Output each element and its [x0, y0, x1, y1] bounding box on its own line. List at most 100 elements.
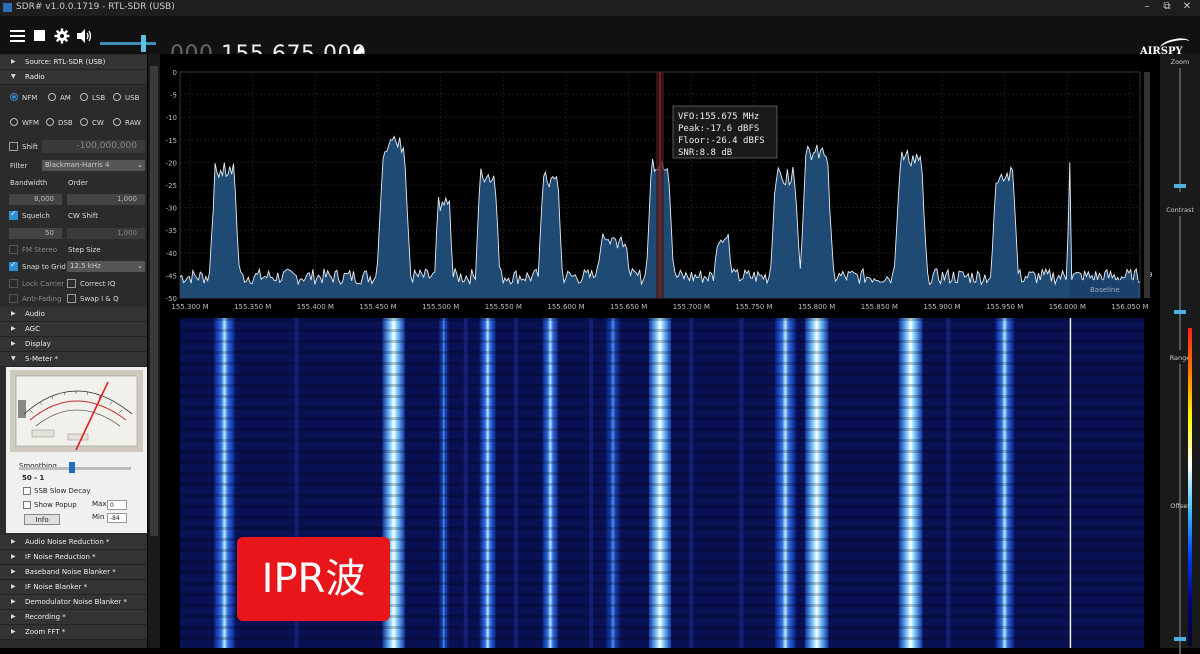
squelch-input[interactable]: 50	[9, 228, 62, 239]
waterfall-stripe	[160, 516, 1160, 519]
plugin-section-header[interactable]: ▶ Baseband Noise Blanker *	[0, 565, 147, 580]
mode-radio-raw[interactable]	[113, 118, 121, 126]
ssb-slow-decay-checkbox[interactable]	[23, 487, 31, 495]
stepsize-value: 12.5 kHz	[70, 262, 101, 270]
restore-button[interactable]: ⧉	[1160, 1, 1174, 12]
caption-overlay: IPR波	[237, 537, 390, 621]
spectrum-scrollbar[interactable]	[1144, 72, 1150, 298]
squelch-checkbox[interactable]	[9, 209, 18, 220]
stop-icon[interactable]	[34, 30, 45, 41]
spectrum-analyzer[interactable]: 0 -5 -10 -15 -20 -25 -30 -35 -40 -45 -50 155.300 M 1…	[160, 54, 1160, 316]
waterfall-stripe	[160, 373, 1160, 376]
order-input[interactable]: 1,000	[67, 194, 145, 205]
mode-radio-wfm[interactable]	[10, 118, 18, 126]
gear-icon[interactable]	[54, 28, 70, 48]
mode-label-am: AM	[60, 94, 71, 102]
expand-arrow-icon: ▶	[11, 340, 16, 347]
expand-arrow-icon: ▶	[11, 568, 16, 575]
baseline-label: Baseline	[1090, 286, 1120, 294]
sidebar-scroll-thumb[interactable]	[150, 66, 158, 536]
volume-slider-track[interactable]	[100, 42, 156, 45]
smoothing-slider-thumb[interactable]	[69, 462, 75, 473]
mode-label-wfm: WFM	[22, 119, 39, 127]
info-button[interactable]: Info	[24, 514, 60, 525]
sidebar-scrollbar[interactable]	[148, 54, 160, 648]
mode-radio-usb[interactable]	[113, 93, 121, 101]
contrast-slider-track[interactable]	[1179, 216, 1181, 350]
waterfall-stripe	[160, 417, 1160, 420]
plugin-label: IF Noise Reduction *	[25, 553, 96, 561]
weak-signal-trace	[589, 318, 594, 648]
mode-radio-cw[interactable]	[80, 118, 88, 126]
y-tick-label: -45	[166, 272, 177, 280]
y-tick-label: -25	[166, 182, 177, 190]
minimize-button[interactable]: –	[1140, 1, 1154, 12]
expand-arrow-icon: ▶	[11, 325, 16, 332]
shift-checkbox[interactable]	[9, 142, 18, 151]
waterfall-stripe	[160, 626, 1160, 629]
expand-arrow-icon: ▶	[11, 538, 16, 545]
filter-select[interactable]: Blackman-Harris 4 ⌄	[42, 160, 145, 171]
shift-label: Shift	[22, 143, 38, 151]
waterfall-stripe	[160, 384, 1160, 387]
tooltip-line: Peak:-17.6 dBFS	[678, 124, 759, 134]
plugin-section-header[interactable]: ▶ Demodulator Noise Blanker *	[0, 595, 147, 610]
range-label: Range	[1169, 354, 1191, 362]
smeter-section-header[interactable]: ▼ S-Meter *	[0, 352, 147, 367]
display-label: Display	[25, 340, 51, 348]
expand-arrow-icon: ▶	[11, 628, 16, 635]
bandwidth-input[interactable]: 8,000	[9, 194, 62, 205]
close-button[interactable]: ✕	[1180, 1, 1194, 12]
cwshift-input[interactable]: 1,000	[67, 228, 145, 239]
plugin-section-header[interactable]: ▶ Audio Noise Reduction *	[0, 535, 147, 550]
plugin-section-header[interactable]: ▶ Zoom FFT *	[0, 625, 147, 640]
swapiq-checkbox[interactable]	[67, 294, 76, 303]
mode-radio-nfm[interactable]	[10, 93, 18, 101]
lockcarrier-checkbox[interactable]	[9, 279, 18, 288]
x-tick-label: 155.650 M	[610, 303, 647, 311]
contrast-slider-thumb[interactable]	[1174, 310, 1186, 314]
volume-slider-thumb[interactable]	[141, 35, 146, 52]
radio-section-header[interactable]: ▼ Radio	[0, 70, 147, 85]
agc-label: AGC	[25, 325, 40, 333]
stepsize-label: Step Size	[68, 246, 101, 254]
stepsize-select[interactable]: 12.5 kHz ⌄	[67, 261, 145, 272]
snap-checkbox[interactable]	[9, 260, 18, 271]
y-tick-label: 0	[173, 69, 177, 77]
source-section-header[interactable]: ▶ Source: RTL-SDR (USB)	[0, 55, 147, 70]
fmstereo-checkbox[interactable]	[9, 245, 18, 254]
menu-icon[interactable]	[10, 28, 25, 42]
mode-radio-lsb[interactable]	[80, 93, 88, 101]
antifading-checkbox[interactable]	[9, 294, 18, 303]
waterfall-stripe	[160, 340, 1160, 343]
range-slider-thumb[interactable]	[1174, 637, 1186, 641]
max-input[interactable]: 0	[107, 500, 127, 510]
zoom-slider-thumb[interactable]	[1174, 184, 1186, 188]
expand-arrow-icon: ▶	[11, 310, 16, 317]
waterfall-stripe	[160, 329, 1160, 332]
plugin-section-header[interactable]: ▶ IF Noise Reduction *	[0, 550, 147, 565]
smoothing-slider-track[interactable]	[19, 467, 131, 470]
display-section-header[interactable]: ▶ Display	[0, 337, 147, 352]
correctiq-checkbox[interactable]	[67, 279, 76, 288]
show-popup-checkbox[interactable]	[23, 501, 31, 509]
filter-label: Filter	[10, 162, 28, 170]
zoom-slider-track[interactable]	[1179, 68, 1181, 192]
waterfall-left-margin	[160, 318, 180, 648]
tooltip-line: Floor:-26.4 dBFS	[678, 136, 765, 146]
y-tick-label: -15	[166, 137, 177, 145]
plugin-section-header[interactable]: ▶ IF Noise Blanker *	[0, 580, 147, 595]
audio-section-header[interactable]: ▶ Audio	[0, 307, 147, 322]
x-tick-label: 155.450 M	[359, 303, 396, 311]
plugin-section-header[interactable]: ▶ Recording *	[0, 610, 147, 625]
window-title: SDR# v1.0.0.1719 - RTL-SDR (USB)	[16, 2, 175, 12]
shift-input[interactable]: -100,000,000	[42, 140, 145, 153]
mode-radio-am[interactable]	[48, 93, 56, 101]
smeter-label: S-Meter *	[25, 355, 58, 363]
speaker-icon[interactable]	[76, 28, 94, 48]
mode-radio-dsb[interactable]	[46, 118, 54, 126]
plugin-label: Audio Noise Reduction *	[25, 538, 110, 546]
y-tick-label: -5	[170, 92, 177, 100]
min-input[interactable]: -84	[107, 513, 127, 523]
agc-section-header[interactable]: ▶ AGC	[0, 322, 147, 337]
